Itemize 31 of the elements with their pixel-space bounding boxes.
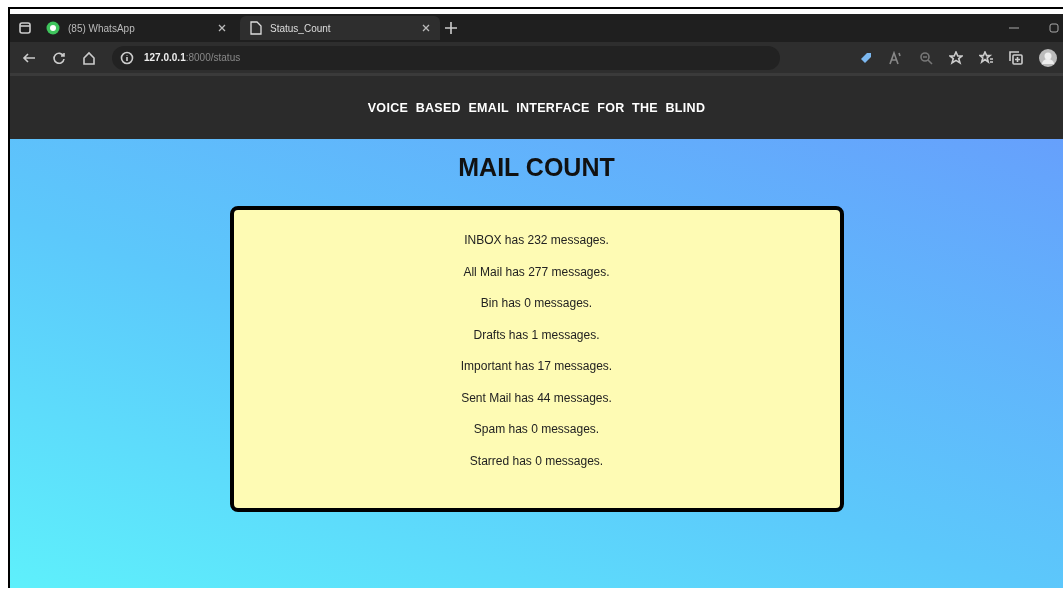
- restore-icon[interactable]: [1049, 23, 1059, 33]
- add-favorite-icon[interactable]: [949, 50, 963, 65]
- back-icon[interactable]: [22, 50, 36, 65]
- browser-tab[interactable]: Status_Count: [240, 16, 440, 40]
- count-line: All Mail has 277 messages.: [463, 263, 610, 281]
- refresh-icon[interactable]: [52, 50, 66, 65]
- count-line: Spam has 0 messages.: [473, 421, 600, 438]
- close-icon[interactable]: [218, 24, 226, 32]
- close-icon[interactable]: [422, 24, 430, 32]
- chat-logo-icon: [46, 21, 60, 35]
- count-line: Sent Mail has 44 messages.: [461, 389, 612, 407]
- collections-icon[interactable]: [1009, 50, 1023, 65]
- count-line: Starred has 0 messages.: [469, 452, 604, 470]
- page-icon: [250, 21, 262, 35]
- tag-icon[interactable]: [859, 50, 873, 65]
- address-bar[interactable]: 127.0.0.1:8000/status: [112, 45, 780, 70]
- tab-actions-icon[interactable]: [18, 21, 32, 35]
- zoom-icon[interactable]: [919, 50, 933, 65]
- browser-tab[interactable]: (85) WhatsApp: [36, 16, 236, 40]
- site-title: VOICE BASED EMAIL INTERFACE FOR THE BLIND: [367, 100, 706, 115]
- read-aloud-icon[interactable]: [889, 50, 903, 65]
- profile-avatar-icon[interactable]: [1039, 48, 1057, 67]
- page-heading: MAIL COUNT: [458, 153, 615, 182]
- info-icon: [120, 50, 134, 65]
- count-line: INBOX has 232 messages.: [464, 232, 609, 249]
- count-line: Important has 17 messages.: [460, 358, 613, 375]
- count-line: Drafts has 1 messages.: [473, 326, 600, 344]
- count-line: Bin has 0 messages.: [480, 295, 593, 312]
- favorites-icon[interactable]: [979, 50, 993, 65]
- home-icon[interactable]: [82, 50, 96, 65]
- new-tab-icon[interactable]: [444, 21, 458, 35]
